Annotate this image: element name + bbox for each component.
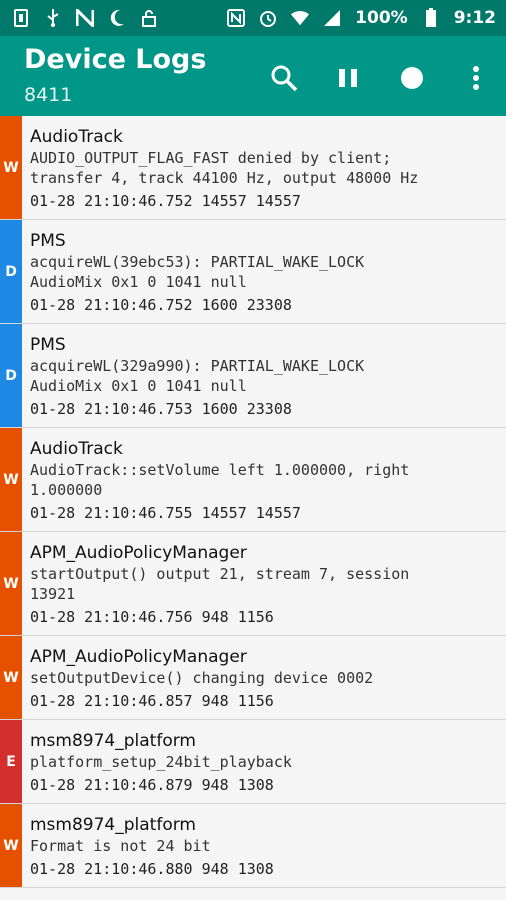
- nfc-icon: [227, 9, 246, 27]
- log-entry[interactable]: Wmsm8974_platform Format is not 24 bit 01-…: [0, 804, 506, 888]
- battery-icon: [422, 8, 440, 27]
- log-level-badge: E: [0, 720, 22, 803]
- log-message: setOutputDevice() changing device 0002: [30, 669, 374, 687]
- log-message: startOutput() output 21, stream 7, sessi…: [30, 565, 410, 603]
- page-subtitle: 8411: [24, 84, 73, 106]
- log-level-badge: W: [0, 116, 22, 219]
- log-meta: 01-28 21:10:46.753 1600 23308: [30, 400, 292, 418]
- log-level-badge: W: [0, 428, 22, 531]
- status-bar: 100% 9:12: [0, 0, 506, 36]
- log-meta: 01-28 21:10:46.879 948 1308: [30, 776, 274, 794]
- log-entry[interactable]: W APM_AudioPolicyManager setOutputDevice()…: [0, 636, 506, 720]
- log-tag: PMS: [30, 231, 66, 251]
- record-icon: [401, 67, 423, 89]
- log-tag: APM_AudioPolicyManager: [30, 647, 247, 667]
- signal-icon: [323, 9, 341, 27]
- log-tag: msm8974_platform: [30, 815, 196, 835]
- log-message: platform_setup_24bit_playback: [30, 753, 292, 771]
- log-entry[interactable]: D PMS acquireWL(39ebc53): PARTIAL_WAKE_LOC…: [0, 220, 506, 324]
- log-level-badge: D: [0, 220, 22, 323]
- log-entry[interactable]: W APM_AudioPolicyManager startOutput() out…: [0, 532, 506, 636]
- log-message: AUDIO_OUTPUT_FLAG_FAST denied by client;…: [30, 149, 419, 187]
- log-meta: 01-28 21:10:46.755 14557 14557: [30, 504, 301, 522]
- log-meta: 01-28 21:10:46.857 948 1156: [30, 692, 274, 710]
- log-meta: 01-28 21:10:46.752 1600 23308: [30, 296, 292, 314]
- log-meta: 01-28 21:10:46.752 14557 14557: [30, 192, 301, 210]
- log-tag: APM_AudioPolicyManager: [30, 543, 247, 563]
- log-message: AudioTrack::setVolume left 1.000000, rig…: [30, 461, 410, 499]
- log-message: acquireWL(329a990): PARTIAL_WAKE_LOCK Au…: [30, 357, 365, 395]
- log-level-badge: W: [0, 636, 22, 719]
- log-entry[interactable]: D PMS acquireWL(329a990): PARTIAL_WAKE_LOC…: [0, 324, 506, 428]
- log-level-badge: D: [0, 324, 22, 427]
- log-entry[interactable]: Emsm8974_platform platform_setup_24bit_pl…: [0, 720, 506, 804]
- log-tag: AudioTrack: [30, 439, 123, 459]
- log-tag: PMS: [30, 335, 66, 355]
- pause-button[interactable]: [328, 58, 368, 98]
- log-message: Format is not 24 bit: [30, 837, 211, 855]
- page-title: Device Logs: [24, 44, 207, 75]
- app-bar: Device Logs 8411: [0, 36, 506, 116]
- record-button[interactable]: [392, 58, 432, 98]
- alarm-icon: [259, 9, 277, 27]
- battery-percent: 100%: [355, 8, 408, 28]
- moon-icon: [108, 9, 126, 27]
- log-entry[interactable]: W AudioTrack AudioTrack::setVolume left 1.…: [0, 428, 506, 532]
- log-level-badge: W: [0, 532, 22, 635]
- log-meta: 01-28 21:10:46.756 948 1156: [30, 608, 274, 626]
- sim-icon: [12, 9, 30, 27]
- log-message: acquireWL(39ebc53): PARTIAL_WAKE_LOCK Au…: [30, 253, 365, 291]
- log-meta: 01-28 21:10:46.880 948 1308: [30, 860, 274, 878]
- n-app-icon: [76, 9, 94, 27]
- wifi-icon: [291, 9, 310, 27]
- log-list[interactable]: W AudioTrack AUDIO_OUTPUT_FLAG_FAST denied…: [0, 116, 506, 888]
- lock-icon: [140, 9, 158, 27]
- pause-icon: [339, 69, 357, 87]
- clock: 9:12: [453, 8, 496, 28]
- search-icon: [271, 65, 298, 92]
- more-options-button[interactable]: [456, 58, 496, 98]
- log-tag: AudioTrack: [30, 127, 123, 147]
- log-level-badge: W: [0, 804, 22, 887]
- log-tag: msm8974_platform: [30, 731, 196, 751]
- search-button[interactable]: [264, 58, 304, 98]
- usb-icon: [44, 9, 62, 27]
- more-icon: [473, 66, 479, 90]
- log-entry[interactable]: W AudioTrack AUDIO_OUTPUT_FLAG_FAST denied…: [0, 116, 506, 220]
